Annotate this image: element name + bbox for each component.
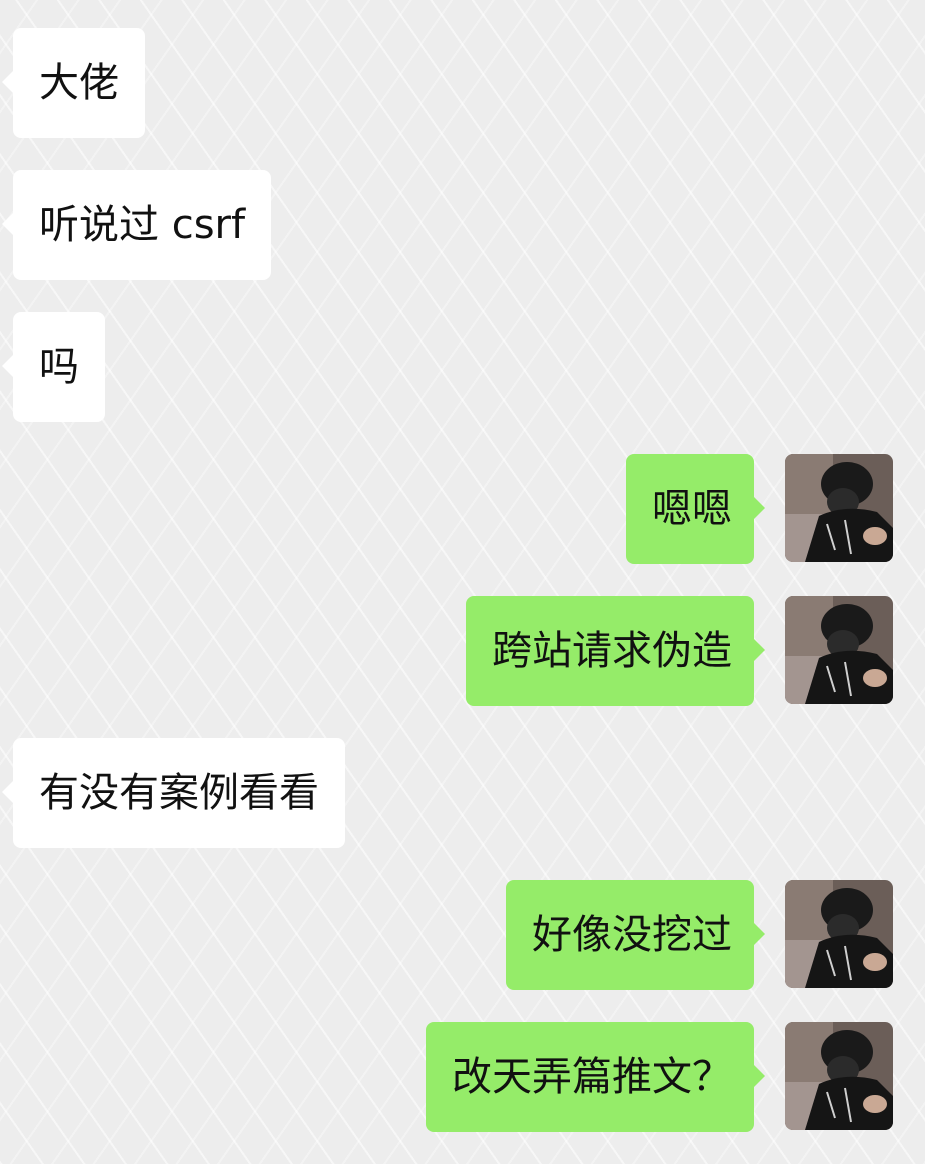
user-avatar[interactable] [785,454,893,562]
incoming-message-bubble[interactable]: 听说过 csrf [1,170,272,280]
avatar-photo-icon [785,880,893,988]
outgoing-message-bubble[interactable]: 嗯嗯 [626,454,765,564]
outgoing-message-bubble[interactable]: 跨站请求伪造 [466,596,765,706]
chat-message-list: 大佬 听说过 csrf 吗 嗯嗯 跨站请求伪造 有没有案例看看 好像没挖过 改天… [0,0,925,1164]
incoming-message-bubble[interactable]: 大佬 [2,28,145,138]
user-avatar[interactable] [785,880,893,988]
user-avatar[interactable] [785,596,893,704]
avatar-photo-icon [785,1022,893,1130]
avatar-photo-icon [785,596,893,704]
avatar-photo-icon [785,454,893,562]
user-avatar[interactable] [785,1022,893,1130]
outgoing-message-bubble[interactable]: 改天弄篇推文？ [426,1022,765,1132]
outgoing-message-bubble[interactable]: 好像没挖过 [506,880,765,990]
incoming-message-bubble[interactable]: 有没有案例看看 [2,738,345,848]
incoming-message-bubble[interactable]: 吗 [2,312,105,422]
